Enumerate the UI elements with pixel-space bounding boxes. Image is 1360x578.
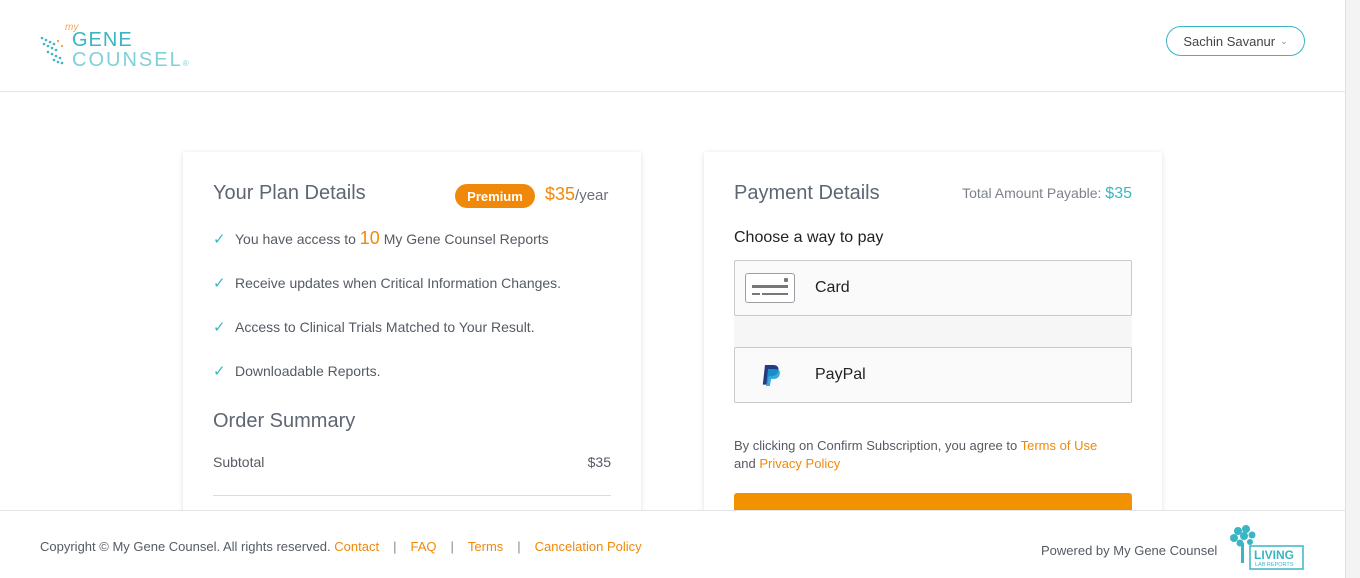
privacy-policy-link[interactable]: Privacy Policy xyxy=(759,456,840,471)
living-lab-reports-logo[interactable]: LIVING LAB REPORTS xyxy=(1226,523,1306,571)
feature-text-prefix: You have access to xyxy=(235,231,360,247)
feature-text: Receive updates when Critical Informatio… xyxy=(235,275,562,291)
card-option-label: Card xyxy=(815,279,850,296)
payment-details-card: Payment Details Total Amount Payable: $3… xyxy=(704,152,1162,535)
page-scrollbar[interactable] xyxy=(1345,0,1360,578)
top-header: my GENE COUNSEL® Sachin Savanur ⌄ xyxy=(0,0,1345,92)
total-amount-payable: Total Amount Payable: $35 xyxy=(962,185,1132,203)
total-value: $35 xyxy=(1105,185,1132,202)
footer-links: Copyright © My Gene Counsel. All rights … xyxy=(40,539,642,554)
paypal-icon xyxy=(745,360,795,390)
tree-icon: LIVING LAB REPORTS xyxy=(1230,525,1304,570)
chevron-down-icon: ⌄ xyxy=(1280,35,1288,46)
choose-payment-label: Choose a way to pay xyxy=(734,229,884,246)
dna-dots-icon xyxy=(40,36,64,65)
feature-item: ✓ Access to Clinical Trials Matched to Y… xyxy=(213,318,535,336)
report-count: 10 xyxy=(359,228,380,248)
feature-item: ✓ You have access to 10 My Gene Counsel … xyxy=(213,228,549,249)
cancelation-policy-link[interactable]: Cancelation Policy xyxy=(535,539,642,554)
logo-counsel-text: COUNSEL® xyxy=(72,49,191,72)
payment-details-title: Payment Details xyxy=(734,182,880,204)
pay-with-paypal-option[interactable]: PayPal xyxy=(734,347,1132,403)
plan-price-amount: $35 xyxy=(545,184,576,204)
credit-card-icon xyxy=(745,273,795,303)
plan-details-card: Your Plan Details Premium $35/year ✓ You… xyxy=(183,152,641,532)
checkmark-icon: ✓ xyxy=(213,230,226,248)
terms-agreement-text: By clicking on Confirm Subscription, you… xyxy=(734,437,1134,473)
divider: | xyxy=(393,539,397,554)
feature-text: Access to Clinical Trials Matched to You… xyxy=(235,319,535,335)
feature-item: ✓ Receive updates when Critical Informat… xyxy=(213,274,561,292)
partner-logo-line2: LAB REPORTS xyxy=(1255,562,1294,568)
divider: | xyxy=(450,539,454,554)
subtotal-label: Subtotal xyxy=(213,454,265,470)
checkmark-icon: ✓ xyxy=(213,275,226,292)
copyright-text: Copyright © My Gene Counsel. All rights … xyxy=(40,539,331,554)
faq-link[interactable]: FAQ xyxy=(410,539,436,554)
terms-of-use-link[interactable]: Terms of Use xyxy=(1021,438,1098,453)
plan-price: $35/year xyxy=(545,184,608,205)
plan-price-unit: /year xyxy=(575,187,609,204)
subtotal-value: $35 xyxy=(587,454,611,470)
pay-with-card-option[interactable]: Card xyxy=(734,260,1132,316)
subtotal-row: Subtotal $35 xyxy=(213,454,611,470)
feature-text: You have access to 10 My Gene Counsel Re… xyxy=(235,228,549,249)
powered-by-text: Powered by My Gene Counsel xyxy=(1041,543,1218,558)
terms-prefix: By clicking on Confirm Subscription, you… xyxy=(734,438,1021,453)
total-label: Total Amount Payable: xyxy=(962,185,1106,201)
paypal-option-label: PayPal xyxy=(815,366,866,383)
plan-details-title: Your Plan Details xyxy=(213,182,366,204)
contact-link[interactable]: Contact xyxy=(334,539,379,554)
order-summary-title: Order Summary xyxy=(213,410,356,432)
option-spacer xyxy=(734,316,1132,347)
terms-link[interactable]: Terms xyxy=(468,539,503,554)
premium-badge: Premium xyxy=(455,184,535,208)
feature-item: ✓ Downloadable Reports. xyxy=(213,362,381,380)
partner-logo-line1: LIVING xyxy=(1254,548,1294,562)
divider: | xyxy=(517,539,521,554)
feature-text-suffix: My Gene Counsel Reports xyxy=(379,231,549,247)
feature-text: Downloadable Reports. xyxy=(235,363,381,379)
user-name: Sachin Savanur xyxy=(1183,33,1276,49)
checkmark-icon: ✓ xyxy=(213,319,226,336)
logo-registered-mark: ® xyxy=(182,59,191,68)
checkmark-icon: ✓ xyxy=(213,363,226,380)
page-footer: Copyright © My Gene Counsel. All rights … xyxy=(0,510,1345,578)
my-gene-counsel-logo[interactable]: my GENE COUNSEL® xyxy=(38,22,191,72)
divider xyxy=(213,495,611,496)
user-menu-button[interactable]: Sachin Savanur ⌄ xyxy=(1166,26,1305,56)
logo-counsel-word: COUNSEL xyxy=(72,49,183,71)
terms-and: and xyxy=(734,456,760,471)
